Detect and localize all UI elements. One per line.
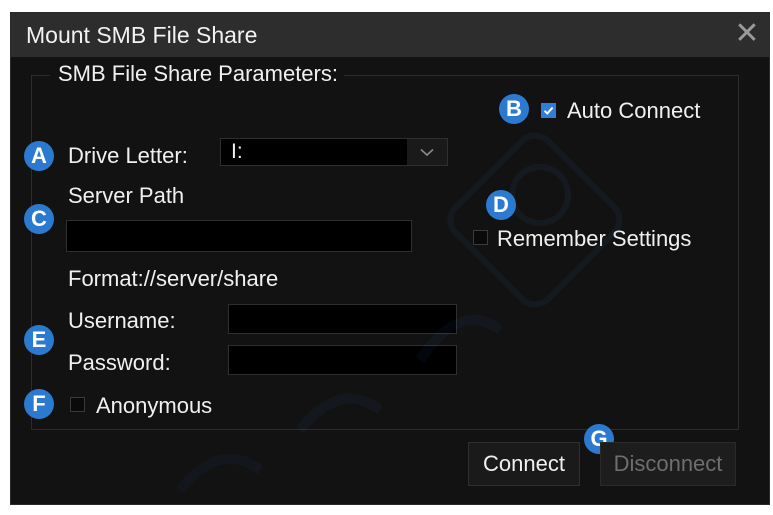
auto-connect-label: Auto Connect: [567, 98, 701, 123]
disconnect-button[interactable]: Disconnect: [600, 442, 736, 486]
server-path-input[interactable]: [66, 220, 412, 252]
anonymous-label: Anonymous: [96, 393, 213, 418]
connect-button[interactable]: Connect: [468, 442, 580, 486]
drive-letter-select[interactable]: I:: [220, 138, 448, 166]
anonymous-checkbox[interactable]: [70, 397, 85, 412]
format-hint: Format://server/share: [68, 266, 279, 291]
title-bar: Mount SMB File Share ✕: [11, 13, 769, 57]
callout-badge-a: A: [24, 141, 54, 171]
callout-badge-c: C: [24, 204, 54, 234]
remember-settings-checkbox[interactable]: [473, 230, 488, 245]
username-input[interactable]: [228, 304, 457, 334]
parameters-group: [31, 75, 739, 430]
callout-badge-f: F: [24, 389, 54, 419]
username-label: Username:: [68, 308, 176, 333]
callout-badge-b: B: [499, 94, 529, 124]
callout-badge-e: E: [24, 325, 54, 355]
server-path-label: Server Path: [68, 183, 185, 208]
drive-letter-value: I:: [231, 140, 243, 163]
dialog-title: Mount SMB File Share: [26, 22, 258, 48]
password-input[interactable]: [228, 345, 457, 375]
drive-letter-label: Drive Letter:: [68, 143, 188, 168]
password-label: Password:: [68, 350, 171, 375]
chevron-down-icon[interactable]: [407, 139, 447, 165]
callout-badge-d: D: [486, 190, 516, 220]
group-title: SMB File Share Parameters:: [50, 61, 344, 87]
auto-connect-checkbox[interactable]: [541, 103, 556, 118]
remember-settings-label: Remember Settings: [497, 226, 692, 251]
checkmark-icon: [543, 106, 554, 115]
close-icon[interactable]: ✕: [731, 19, 763, 51]
